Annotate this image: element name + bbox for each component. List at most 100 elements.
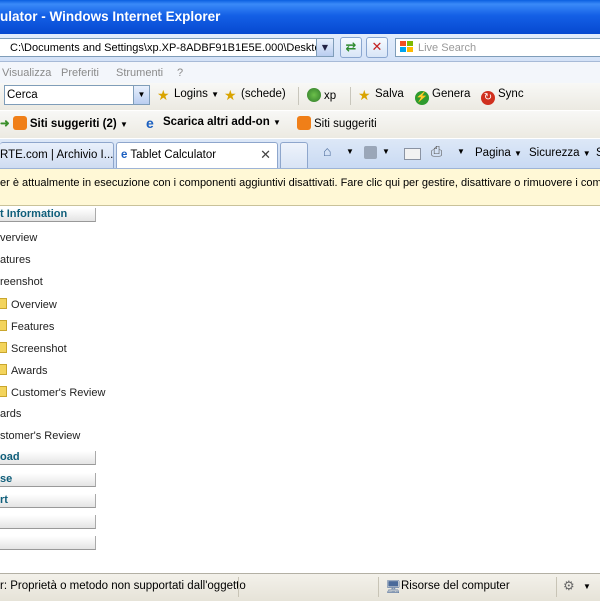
close-tab-icon[interactable]: ✕ <box>260 147 271 163</box>
nav-section-purchase[interactable]: se <box>0 473 96 487</box>
menu-help[interactable]: ? <box>177 67 183 79</box>
chevron-down-icon[interactable]: ▼ <box>457 147 465 156</box>
star-icon: ★ <box>157 87 170 103</box>
nav-section-information[interactable]: t Information <box>0 208 96 222</box>
folder-icon <box>0 320 7 331</box>
security-menu[interactable]: Sicurezza ▼ <box>529 147 591 159</box>
page-menu[interactable]: Pagina ▼ <box>475 147 522 159</box>
chevron-down-icon[interactable]: ▼ <box>382 147 390 156</box>
chevron-down-icon[interactable]: ▼ <box>346 147 354 156</box>
nav-section-download[interactable]: oad <box>0 451 96 465</box>
salva-button[interactable]: ★ Salva <box>358 88 404 102</box>
folder-icon <box>0 298 7 309</box>
siti-suggeriti-link-label: Siti suggeriti <box>314 118 377 130</box>
refresh-icon[interactable]: ⇄ <box>340 37 362 58</box>
xp-button[interactable]: xp <box>307 88 336 102</box>
zoom-panel[interactable]: ⚙ ▼ <box>556 577 600 597</box>
nav-subitem-label: Overview <box>11 299 57 311</box>
tab-label: RTE.com | Archivio I... <box>0 149 114 161</box>
menu-visualizza[interactable]: Visualizza <box>2 67 51 79</box>
toolbar-separator <box>298 87 299 105</box>
menu-bar: Visualizza Preferiti Strumenti ? <box>0 62 600 83</box>
folder-icon <box>0 342 7 353</box>
menu-strumenti[interactable]: Strumenti <box>116 67 163 79</box>
home-icon[interactable]: ⌂ <box>323 143 331 159</box>
tools-menu[interactable]: S <box>596 147 600 159</box>
security-menu-label: Sicurezza <box>529 147 580 159</box>
page-menu-label: Pagina <box>475 147 511 159</box>
tab-tablet-calculator[interactable]: e Tablet Calculator ✕ <box>116 142 278 168</box>
tab-label: Tablet Calculator <box>130 149 217 161</box>
user-icon <box>307 88 321 102</box>
chevron-down-icon: ▼ <box>211 90 220 99</box>
information-bar-text: er è attualmente in esecuzione con i com… <box>0 177 600 189</box>
ie-icon: e <box>146 115 154 131</box>
scarica-addon-dropdown[interactable]: e Scarica altri add-on ▼ <box>146 116 281 130</box>
stop-icon[interactable]: ✕ <box>366 37 388 58</box>
sync-label: Sync <box>498 88 524 100</box>
schede-button[interactable]: ★ (schede) <box>224 88 286 102</box>
menu-preferiti[interactable]: Preferiti <box>61 67 99 79</box>
nav-section-empty[interactable] <box>0 536 96 550</box>
nav-subitem[interactable]: Overview <box>0 298 57 311</box>
print-icon[interactable]: ⎙ <box>431 143 442 160</box>
page-content: t Information verview atures reenshot Ov… <box>0 206 600 573</box>
toolbar-search-value: Cerca <box>7 89 38 101</box>
address-toolbar: C:\Documents and Settings\xp.XP-8ADBF91B… <box>0 34 600 62</box>
zone-label: Risorse del computer <box>401 580 510 592</box>
siti-suggeriti-dropdown[interactable]: ➜ Siti suggeriti (2) ▼ <box>0 116 128 130</box>
live-search-input[interactable]: Live Search <box>395 38 600 57</box>
nav-subitem[interactable]: Screenshot <box>0 342 67 355</box>
lightning-icon: ⚡ <box>415 91 429 105</box>
window-title: ulator - Windows Internet Explorer <box>0 9 221 24</box>
schede-label: (schede) <box>241 88 286 100</box>
toolbar-search-select[interactable]: Cerca ▼ <box>4 85 150 105</box>
salva-label: Salva <box>375 88 404 100</box>
nav-item[interactable]: ards <box>0 408 21 420</box>
logins-button[interactable]: ★ Logins ▼ <box>157 88 219 102</box>
genera-button[interactable]: ⚡ Genera <box>415 88 470 105</box>
new-tab-button[interactable] <box>280 142 308 168</box>
toolbar-separator <box>350 87 351 105</box>
zone-panel: 🖥 Risorse del computer <box>378 577 549 597</box>
nav-subitem-label: Features <box>11 321 55 333</box>
nav-item[interactable]: stomer's Review <box>0 430 80 442</box>
custom-toolbar: Cerca ▼ ★ Logins ▼ ★ (schede) xp ★ Salva ⚡ G… <box>0 83 600 110</box>
zoom-icon: ⚙ <box>563 578 575 593</box>
address-input[interactable]: C:\Documents and Settings\xp.XP-8ADBF91B… <box>0 38 334 57</box>
siti-suggeriti-link[interactable]: Siti suggeriti <box>297 116 377 130</box>
tab-archivio[interactable]: RTE.com | Archivio I... <box>0 142 114 168</box>
nav-subitem[interactable]: Customer's Review <box>0 386 105 399</box>
logins-label: Logins <box>174 88 208 100</box>
address-dropdown-icon[interactable]: ▼ <box>316 39 333 56</box>
nav-item[interactable]: atures <box>0 254 31 266</box>
nav-section-support[interactable]: rt <box>0 494 96 508</box>
status-text: r: Proprietà o metodo non supportati dal… <box>0 580 246 592</box>
star-icon: ★ <box>224 87 237 103</box>
chevron-down-icon: ▼ <box>272 118 281 127</box>
status-bar: r: Proprietà o metodo non supportati dal… <box>0 573 600 601</box>
nav-subitem[interactable]: Features <box>0 320 54 333</box>
mail-icon[interactable] <box>404 148 421 160</box>
nav-subitem-label: Awards <box>11 365 48 377</box>
status-panel <box>238 577 379 597</box>
suggested-sites-icon <box>297 116 311 130</box>
nav-item[interactable]: reenshot <box>0 276 43 288</box>
address-url: C:\Documents and Settings\xp.XP-8ADBF91B… <box>10 42 327 54</box>
ie-icon: e <box>121 149 128 161</box>
chevron-down-icon: ▼ <box>582 149 591 158</box>
feeds-icon[interactable] <box>364 146 377 159</box>
information-bar[interactable]: er è attualmente in esecuzione con i com… <box>0 169 600 206</box>
nav-section-empty[interactable] <box>0 515 96 529</box>
sync-button[interactable]: ↻ Sync <box>481 88 524 105</box>
tab-row: RTE.com | Archivio I... e Tablet Calcula… <box>0 139 600 169</box>
sync-icon: ↻ <box>481 91 495 105</box>
tab-active-label: e Tablet Calculator <box>121 149 216 161</box>
nav-item[interactable]: verview <box>0 232 37 244</box>
chevron-down-icon[interactable]: ▼ <box>583 582 591 591</box>
search-placeholder: Live Search <box>418 42 477 54</box>
genera-label: Genera <box>432 88 471 100</box>
chevron-down-icon[interactable]: ▼ <box>133 86 149 104</box>
scarica-addon-label: Scarica altri add-on <box>163 116 270 128</box>
nav-subitem[interactable]: Awards <box>0 364 47 377</box>
